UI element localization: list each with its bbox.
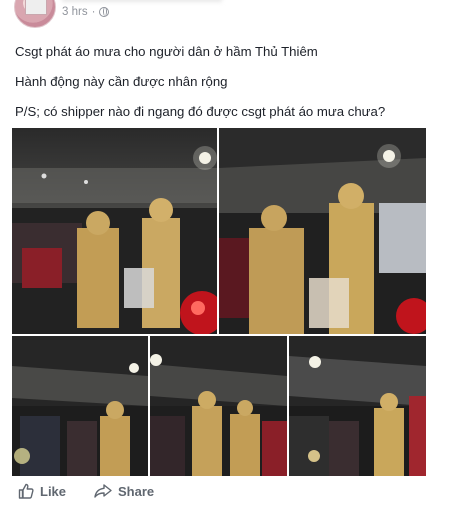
globe-icon[interactable]: [99, 7, 110, 17]
post-actions: Like Share: [18, 483, 154, 499]
thumbs-up-icon: [18, 483, 34, 499]
like-label: Like: [40, 483, 67, 499]
post-line-1: Csgt phát áo mưa cho người dân ở hầm Thủ…: [15, 44, 318, 59]
share-button[interactable]: Share: [94, 484, 154, 499]
photo-3[interactable]: [12, 336, 148, 476]
photo-tunnel-crowd-5-icon: [289, 336, 426, 476]
like-button[interactable]: Like: [18, 483, 66, 499]
photo-4[interactable]: [150, 336, 287, 476]
post-line-2: Hành động này cần được nhân rộng: [15, 74, 228, 89]
photo-tunnel-crowd-4-icon: [150, 336, 287, 476]
photo-5[interactable]: [289, 336, 426, 476]
post-meta: 3 hrs ·: [62, 6, 110, 18]
photo-1[interactable]: [12, 128, 217, 334]
post-line-3: P/S; có shipper nào đi ngang đó được csg…: [15, 104, 386, 119]
photo-grid: [12, 128, 426, 476]
photo-tunnel-police-2-icon: [219, 128, 426, 334]
facebook-post-card: 3 hrs · Csgt phát áo mưa cho người dân ở…: [0, 0, 449, 511]
photo-tunnel-crowd-3-icon: [12, 336, 148, 476]
photo-tunnel-police-1-icon: [12, 128, 217, 334]
dot-separator: ·: [91, 6, 96, 18]
share-label: Share: [118, 483, 155, 499]
timestamp[interactable]: 3 hrs: [62, 6, 88, 18]
author-name[interactable]: [62, 0, 222, 2]
photo-2[interactable]: [219, 128, 426, 334]
share-arrow-icon: [94, 484, 112, 498]
avatar[interactable]: [14, 0, 56, 28]
